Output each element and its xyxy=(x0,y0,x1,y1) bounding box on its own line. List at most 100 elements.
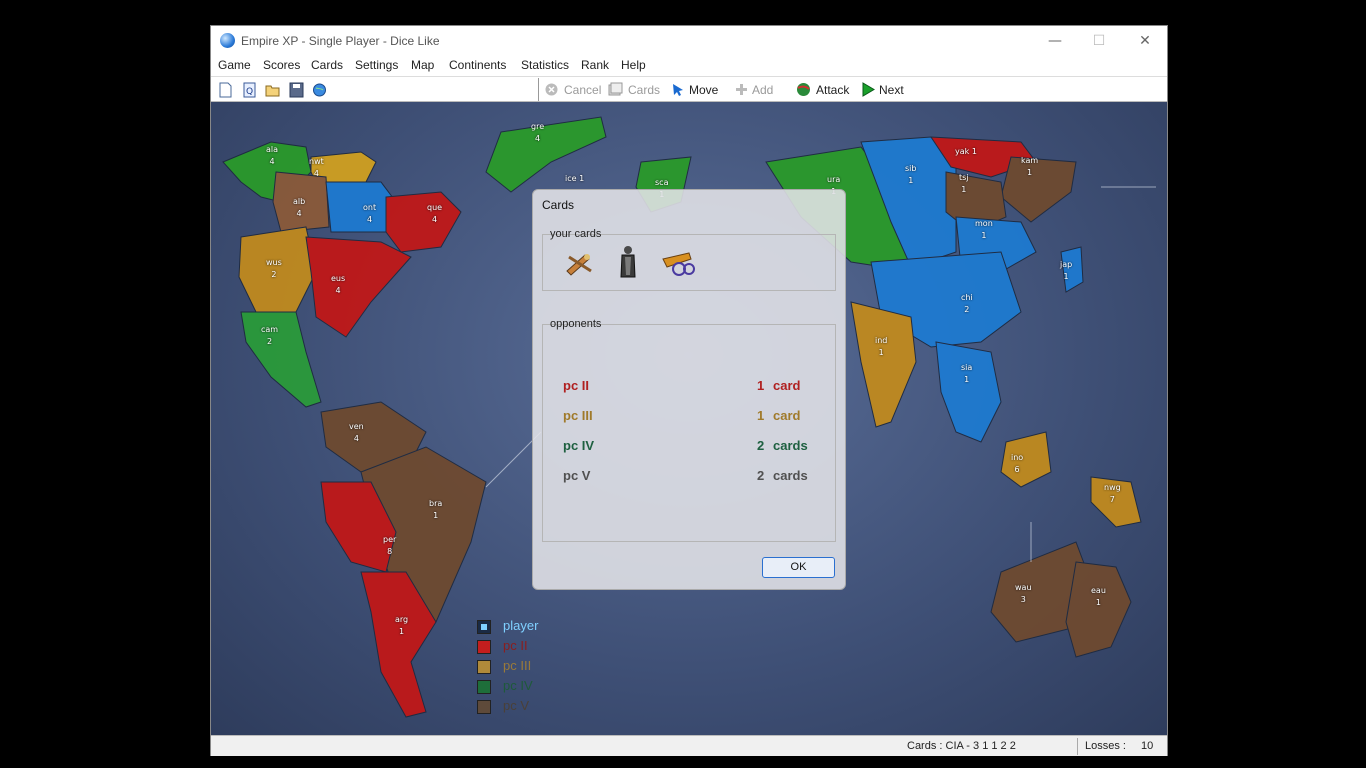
legend-swatch xyxy=(477,640,491,654)
cancel-button[interactable]: Cancel xyxy=(544,82,604,98)
cavalry-card-icon[interactable] xyxy=(618,245,638,279)
territory-bra[interactable]: bra 1 xyxy=(429,498,442,522)
territory-ice[interactable]: ice 1 xyxy=(565,173,584,185)
status-separator xyxy=(1077,738,1078,755)
territory-wau[interactable]: wau 3 xyxy=(1015,582,1032,606)
attack-button[interactable]: Attack xyxy=(796,82,856,98)
soldier-card-icon[interactable] xyxy=(563,249,597,277)
region-sia xyxy=(935,341,1002,443)
opponent-card-count: 2 xyxy=(757,468,765,483)
your-cards-label: your cards xyxy=(550,228,602,240)
territory-nwt[interactable]: nwt 4 xyxy=(309,156,324,180)
territory-per[interactable]: per 8 xyxy=(383,534,396,558)
region-eus xyxy=(305,236,412,338)
territory-ven[interactable]: ven 4 xyxy=(349,421,364,445)
territory-ind[interactable]: ind 1 xyxy=(875,335,887,359)
territory-ino[interactable]: ino 6 xyxy=(1011,452,1023,476)
opponent-name: pc IV xyxy=(563,438,595,453)
quick-load-icon[interactable]: Q xyxy=(242,82,257,98)
territory-eus[interactable]: eus 4 xyxy=(331,273,345,297)
territory-sia[interactable]: sia 1 xyxy=(961,362,972,386)
menu-settings[interactable]: Settings xyxy=(355,58,398,72)
cards-button[interactable]: Cards xyxy=(608,82,662,98)
attack-globe-icon xyxy=(796,82,811,97)
opponent-card-count: 2 xyxy=(757,438,765,453)
ok-button[interactable]: OK xyxy=(762,557,835,578)
region-kam xyxy=(1000,156,1077,223)
svg-text:Q: Q xyxy=(246,87,253,97)
opponent-name: pc II xyxy=(563,378,590,393)
region-eau xyxy=(1065,561,1132,658)
add-button[interactable]: Add xyxy=(734,82,779,98)
opponents-group: opponents pc II 1 card pc III 1 card pc … xyxy=(542,318,836,542)
cannon-card-icon[interactable] xyxy=(661,249,697,277)
web-globe-icon[interactable] xyxy=(312,82,327,98)
menu-rank[interactable]: Rank xyxy=(581,58,609,72)
territory-ala[interactable]: ala 4 xyxy=(266,144,278,168)
legend-item: pc V xyxy=(477,697,597,717)
legend-swatch xyxy=(477,680,491,694)
open-folder-icon[interactable] xyxy=(265,82,280,98)
territory-tsj[interactable]: tsj 1 xyxy=(959,172,969,196)
globe-icon xyxy=(220,33,235,48)
territory-mon[interactable]: mon 1 xyxy=(975,218,993,242)
legend-swatch xyxy=(477,660,491,674)
territory-gre[interactable]: gre 4 xyxy=(531,121,544,145)
territory-cam[interactable]: cam 2 xyxy=(261,324,278,348)
legend-swatch xyxy=(477,700,491,714)
your-cards-group: your cards xyxy=(542,228,836,291)
menu-game[interactable]: Game xyxy=(218,58,251,72)
region-gre xyxy=(485,116,607,193)
legend-item: pc IV xyxy=(477,677,597,697)
opponent-name: pc III xyxy=(563,408,593,423)
window-title: Empire XP - Single Player - Dice Like xyxy=(241,34,440,48)
menu-statistics[interactable]: Statistics xyxy=(521,58,569,72)
opponents-label: opponents xyxy=(550,318,602,330)
legend-item: pc II xyxy=(477,637,597,657)
next-button[interactable]: Next xyxy=(861,82,911,98)
new-file-icon[interactable] xyxy=(218,82,233,98)
menu-bar: Game Scores Cards Settings Map Continent… xyxy=(211,56,1167,76)
close-button[interactable]: ✕ xyxy=(1123,28,1167,54)
status-bar: Cards : CIA - 3 1 1 2 2 Losses : 10 xyxy=(211,735,1167,756)
legend-item: pc III xyxy=(477,657,597,677)
menu-cards[interactable]: Cards xyxy=(311,58,343,72)
territory-que[interactable]: que 4 xyxy=(427,202,442,226)
status-losses-value: 10 xyxy=(1141,740,1154,752)
territory-arg[interactable]: arg 1 xyxy=(395,614,408,638)
dialog-title: Cards xyxy=(542,198,575,212)
cancel-icon xyxy=(544,82,559,97)
territory-kam[interactable]: kam 1 xyxy=(1021,155,1038,179)
opponent-card-count: 1 xyxy=(757,408,765,423)
minimize-button[interactable]: — xyxy=(1033,28,1077,54)
status-losses-label: Losses : xyxy=(1085,740,1126,752)
territory-ont[interactable]: ont 4 xyxy=(363,202,376,226)
territory-nwg[interactable]: nwg 7 xyxy=(1104,482,1121,506)
maximize-button[interactable]: ☐ xyxy=(1077,28,1121,54)
menu-continents[interactable]: Continents xyxy=(449,58,506,72)
territory-chi[interactable]: chi 2 xyxy=(961,292,973,316)
territory-wus[interactable]: wus 2 xyxy=(266,257,282,281)
territory-yak[interactable]: yak 1 xyxy=(955,146,977,158)
legend-swatch xyxy=(477,620,491,634)
territory-eau[interactable]: eau 1 xyxy=(1091,585,1106,609)
opponent-card-unit: cards xyxy=(773,468,808,483)
opponent-name: pc V xyxy=(563,468,591,483)
next-play-icon xyxy=(861,82,876,97)
opponent-card-unit: card xyxy=(773,378,801,393)
menu-help[interactable]: Help xyxy=(621,58,646,72)
opponent-card-unit: cards xyxy=(773,438,808,453)
region-cam xyxy=(240,311,322,408)
territory-jap[interactable]: jap 1 xyxy=(1060,259,1072,283)
title-bar: Empire XP - Single Player - Dice Like — … xyxy=(211,26,1167,56)
save-icon[interactable] xyxy=(289,82,304,98)
territory-sib[interactable]: sib 1 xyxy=(905,163,916,187)
region-ino xyxy=(1000,431,1052,488)
move-button[interactable]: Move xyxy=(671,82,723,98)
menu-map[interactable]: Map xyxy=(411,58,434,72)
cards-dialog: Cards your cards opponents pc II 1 card … xyxy=(532,189,846,590)
menu-scores[interactable]: Scores xyxy=(263,58,300,72)
territory-alb[interactable]: alb 4 xyxy=(293,196,305,220)
toolbar-separator xyxy=(538,78,539,101)
cards-icon xyxy=(608,82,623,97)
